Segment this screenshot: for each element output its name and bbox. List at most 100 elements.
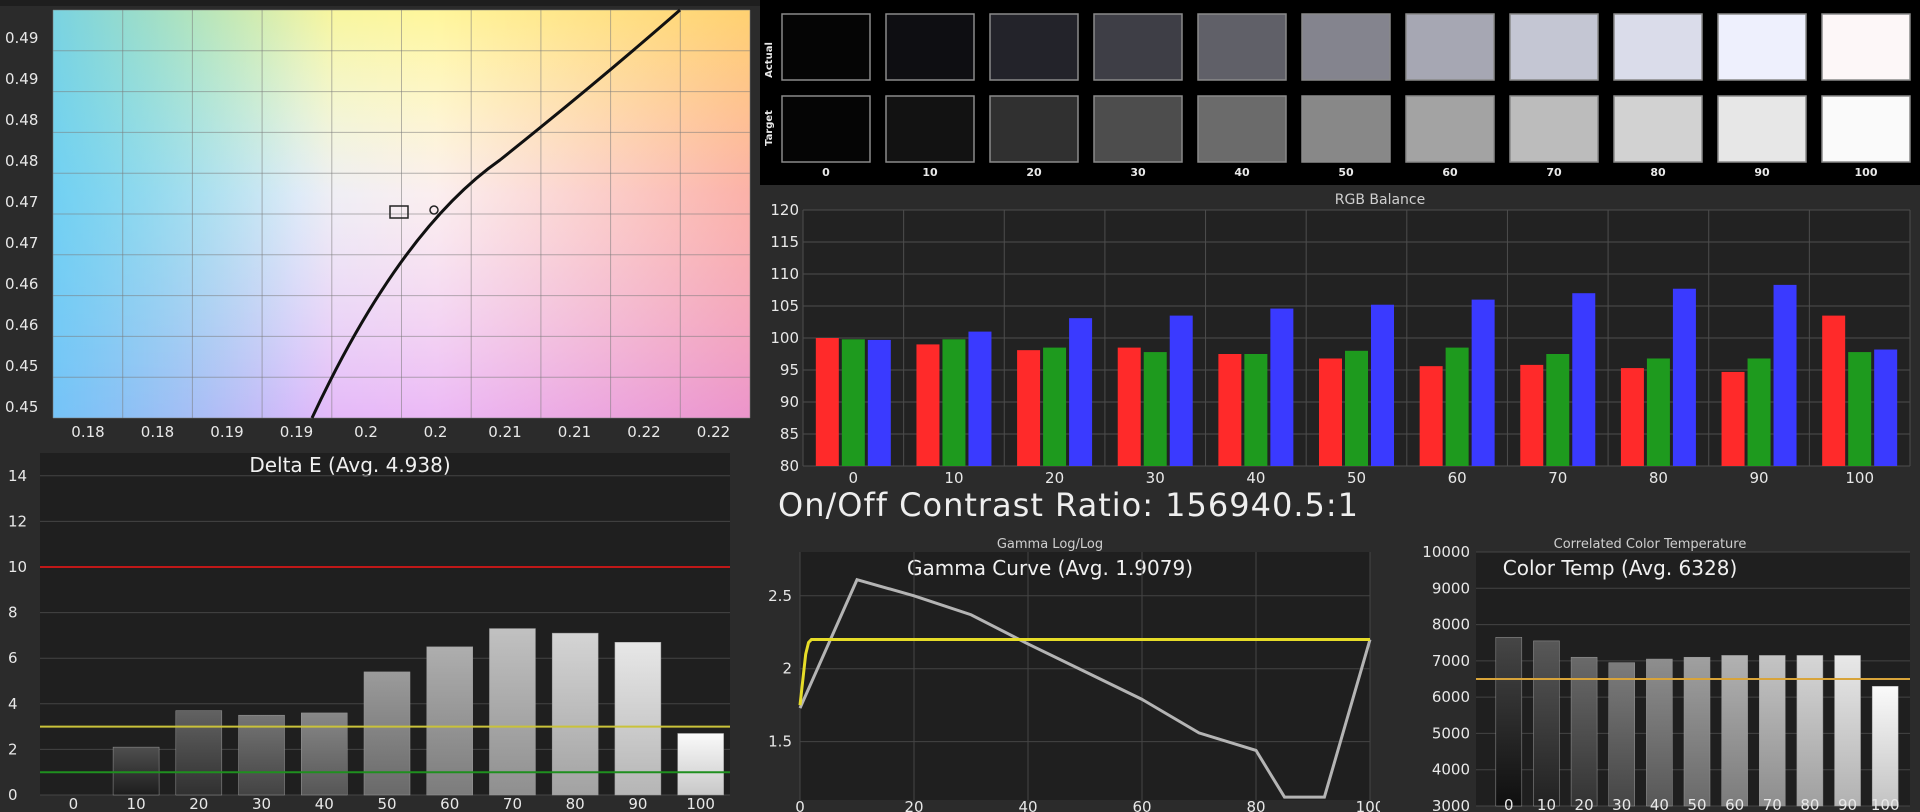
rgb-x-tick: 10	[944, 469, 963, 487]
swatch-step-label: 20	[1026, 166, 1042, 179]
cie-x-tick: 0.22	[627, 423, 660, 440]
rgb-y-tick: 120	[770, 201, 799, 219]
cie-x-tick: 0.22	[697, 423, 730, 440]
rgb-y-tick: 85	[780, 425, 799, 443]
rgb-bar	[1143, 352, 1167, 466]
actual-swatch	[1197, 13, 1287, 81]
color-temp-y-tick: 5000	[1432, 724, 1470, 742]
color-temp-y-tick: 4000	[1432, 761, 1470, 779]
rgb-bar	[1822, 315, 1846, 466]
color-temp-x-tick: 40	[1650, 796, 1669, 812]
rgb-bar	[1419, 366, 1443, 466]
gamma-y-tick: 1.5	[768, 733, 792, 751]
rgb-x-tick: 90	[1749, 469, 1768, 487]
chromaticity-plot-area	[52, 8, 751, 419]
rgb-x-tick: 60	[1448, 469, 1467, 487]
rgb-bar	[916, 344, 940, 466]
rgb-bar	[1848, 352, 1872, 466]
color-temp-y-tick: 8000	[1432, 616, 1470, 634]
delta-e-x-tick: 90	[628, 795, 647, 812]
rgb-y-tick: 95	[780, 361, 799, 379]
rgb-bar	[1345, 350, 1368, 466]
delta-e-x-tick: 70	[503, 795, 522, 812]
cie-y-tick: 0.48	[5, 152, 38, 170]
rgb-bar	[1218, 354, 1242, 466]
color-temp-x-tick: 30	[1612, 796, 1631, 812]
rgb-bar	[1572, 293, 1596, 466]
actual-swatch	[989, 13, 1079, 81]
actual-swatch	[1509, 13, 1599, 81]
rgb-bar	[1874, 349, 1898, 466]
rgb-bar	[1043, 347, 1067, 466]
cie-x-tick: 0.21	[488, 423, 521, 440]
row-label-actual: Actual	[764, 42, 775, 78]
rgb-bar	[1747, 358, 1771, 466]
target-swatch	[1509, 95, 1599, 163]
delta-e-title: Delta E (Avg. 4.938)	[249, 453, 450, 477]
cie-y-tick: 0.45	[5, 398, 38, 416]
color-temp-bar	[1608, 662, 1635, 807]
cie-x-tick: 0.18	[141, 423, 174, 440]
gamma-y-tick: 2.5	[768, 587, 792, 605]
rgb-bar	[815, 338, 839, 466]
delta-e-y-tick: 14	[8, 467, 27, 485]
color-temp-x-tick: 100	[1871, 796, 1900, 812]
delta-e-bar	[112, 746, 160, 796]
color-temp-bar	[1871, 686, 1899, 807]
gamma-chart: Gamma Log/Log Gamma Curve (Avg. 1.9079) …	[768, 537, 1380, 812]
rgb-bar	[841, 339, 865, 466]
delta-e-x-tick: 50	[377, 795, 396, 812]
target-swatch	[1197, 95, 1287, 163]
color-temp-x-tick: 80	[1800, 796, 1819, 812]
grayscale-swatches: Actual Target 0 10 20 30 40 50 60 70 80 90 100	[760, 0, 1920, 185]
rgb-y-tick: 100	[770, 329, 799, 347]
color-temp-x-tick: 20	[1575, 796, 1594, 812]
rgb-y-tick: 110	[770, 265, 799, 283]
cie-y-tick: 0.49	[5, 70, 38, 88]
cie-y-tick: 0.47	[5, 234, 38, 252]
rgb-bar	[1471, 299, 1495, 466]
delta-e-x-tick: 60	[440, 795, 459, 812]
rgb-x-tick: 0	[849, 469, 859, 487]
rgb-bar	[1117, 347, 1141, 466]
color-temp-subtitle: Color Temp (Avg. 6328)	[1503, 556, 1738, 580]
rgb-bar	[1371, 304, 1394, 466]
target-swatch	[885, 95, 975, 163]
color-temp-y-tick: 7000	[1432, 652, 1470, 670]
actual-swatch	[1093, 13, 1183, 81]
delta-e-x-tick: 100	[686, 795, 715, 812]
rgb-bar	[1445, 347, 1469, 466]
delta-e-x-tick: 80	[566, 795, 585, 812]
swatch-step-label: 100	[1855, 166, 1878, 179]
gamma-x-tick: 80	[1246, 798, 1265, 812]
cie-y-tick: 0.46	[5, 316, 38, 334]
rgb-bar	[1017, 350, 1041, 466]
delta-e-bar	[489, 628, 536, 796]
delta-e-x-tick: 20	[189, 795, 208, 812]
delta-e-x-tick: 0	[69, 795, 79, 812]
target-swatch	[1821, 95, 1911, 163]
color-temp-bar	[1646, 658, 1673, 807]
delta-e-y-tick: 12	[8, 512, 27, 530]
color-temp-x-tick: 90	[1838, 796, 1857, 812]
color-temp-title: Correlated Color Temperature	[1554, 537, 1747, 552]
target-swatch	[1717, 95, 1807, 163]
color-temp-y-tick: 6000	[1432, 688, 1470, 706]
swatch-step-label: 50	[1338, 166, 1354, 179]
gamma-y-tick: 2	[782, 660, 792, 678]
delta-e-y-tick: 4	[8, 695, 18, 713]
rgb-x-tick: 70	[1548, 469, 1567, 487]
rgb-bar	[1069, 318, 1093, 466]
color-temp-x-tick: 0	[1504, 796, 1514, 812]
cie-x-tick: 0.19	[280, 423, 313, 440]
actual-swatch	[781, 13, 871, 81]
delta-e-x-tick: 10	[127, 795, 146, 812]
delta-e-bar	[301, 712, 348, 796]
cie-y-tick: 0.48	[5, 111, 38, 129]
swatch-step-label: 80	[1650, 166, 1666, 179]
rgb-bar	[1646, 358, 1670, 466]
target-swatch	[781, 95, 871, 163]
delta-e-y-tick: 0	[8, 786, 18, 804]
rgb-bar	[968, 331, 992, 466]
delta-e-x-tick: 30	[252, 795, 271, 812]
